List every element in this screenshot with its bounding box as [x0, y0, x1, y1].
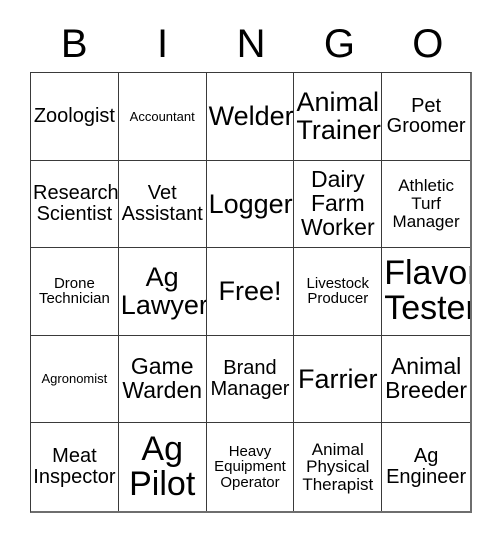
bingo-cell-label: Drone Technician — [38, 274, 110, 308]
bingo-cell-label: Accountant — [129, 108, 195, 124]
bingo-cell[interactable]: Brand Manager — [206, 335, 295, 424]
bingo-header-letter-b: B — [60, 22, 88, 66]
bingo-cell-label: Flavor Tester — [384, 254, 470, 328]
bingo-cell[interactable]: Animal Breeder — [382, 335, 470, 424]
bingo-cell[interactable]: Farrier — [294, 335, 383, 424]
bingo-free-label: Free! — [218, 276, 282, 307]
bingo-cell-label: Animal Breeder — [385, 353, 467, 404]
bingo-cell-label: Welder — [208, 101, 294, 132]
bingo-cell-label: Heavy Equipment Operator — [214, 442, 286, 491]
bingo-header-letter-i: I — [157, 22, 169, 66]
bingo-cell[interactable]: Drone Technician — [31, 248, 119, 336]
bingo-cell-label: Research Scientist — [33, 182, 119, 225]
bingo-cell-label: Brand Manager — [210, 357, 290, 401]
bingo-cell[interactable]: Pet Groomer — [382, 73, 470, 161]
bingo-cell[interactable]: Meat Inspector — [31, 423, 119, 511]
bingo-cell-label: Farrier — [298, 364, 378, 395]
bingo-header-letter-n: N — [236, 22, 266, 66]
bingo-cell[interactable]: Ag Lawyer — [118, 248, 207, 336]
bingo-cell-label: Pet Groomer — [386, 94, 466, 138]
bingo-header-letter-o: O — [412, 22, 444, 66]
bingo-grid: Zoologist Accountant Welder Animal Train… — [30, 72, 472, 513]
bingo-cell[interactable]: Welder — [206, 73, 295, 161]
bingo-cell-label: Vet Assistant — [121, 182, 203, 225]
bingo-cell[interactable]: Flavor Tester — [382, 248, 470, 336]
bingo-cell-label: Ag Pilot — [129, 429, 196, 504]
bingo-cell-label: Agronomist — [41, 371, 108, 387]
bingo-card: B I N G O Zoologist Accountant Welder An… — [0, 0, 500, 544]
bingo-cell-label: Livestock Producer — [306, 274, 370, 308]
bingo-cell[interactable]: Zoologist — [31, 73, 119, 161]
bingo-cell[interactable]: Agronomist — [31, 335, 119, 424]
bingo-cell-label: Animal Trainer — [296, 87, 381, 146]
bingo-cell-label: Dairy Farm Worker — [300, 166, 375, 240]
bingo-cell-label: Zoologist — [33, 104, 115, 127]
bingo-cell[interactable]: Heavy Equipment Operator — [206, 423, 295, 511]
bingo-cell-label: Athletic Turf Manager — [392, 176, 460, 231]
bingo-cell-label: Ag Engineer — [386, 445, 467, 489]
bingo-cell[interactable]: Athletic Turf Manager — [382, 160, 470, 249]
bingo-cell[interactable]: Dairy Farm Worker — [294, 160, 383, 249]
bingo-cell[interactable]: Animal Physical Therapist — [294, 423, 383, 511]
bingo-cell-label: Meat Inspector — [33, 445, 116, 489]
bingo-cell-label: Ag Lawyer — [120, 262, 207, 321]
bingo-cell[interactable]: Accountant — [118, 73, 207, 161]
bingo-cell[interactable]: Research Scientist — [31, 160, 119, 249]
bingo-cell-label: Logger — [208, 188, 293, 219]
bingo-cell[interactable]: Livestock Producer — [294, 248, 383, 336]
bingo-cell-free[interactable]: Free! — [206, 248, 295, 336]
bingo-header-letter-g: G — [323, 22, 355, 66]
bingo-cell[interactable]: Animal Trainer — [294, 73, 383, 161]
bingo-cell[interactable]: Game Warden — [118, 335, 207, 424]
bingo-cell[interactable]: Ag Pilot — [118, 423, 207, 511]
bingo-header: B I N G O — [30, 16, 472, 72]
bingo-cell-label: Animal Physical Therapist — [302, 439, 374, 495]
bingo-cell-label: Game Warden — [122, 353, 203, 404]
bingo-cell[interactable]: Vet Assistant — [118, 160, 207, 249]
bingo-cell[interactable]: Ag Engineer — [382, 423, 470, 511]
bingo-cell[interactable]: Logger — [206, 160, 295, 249]
